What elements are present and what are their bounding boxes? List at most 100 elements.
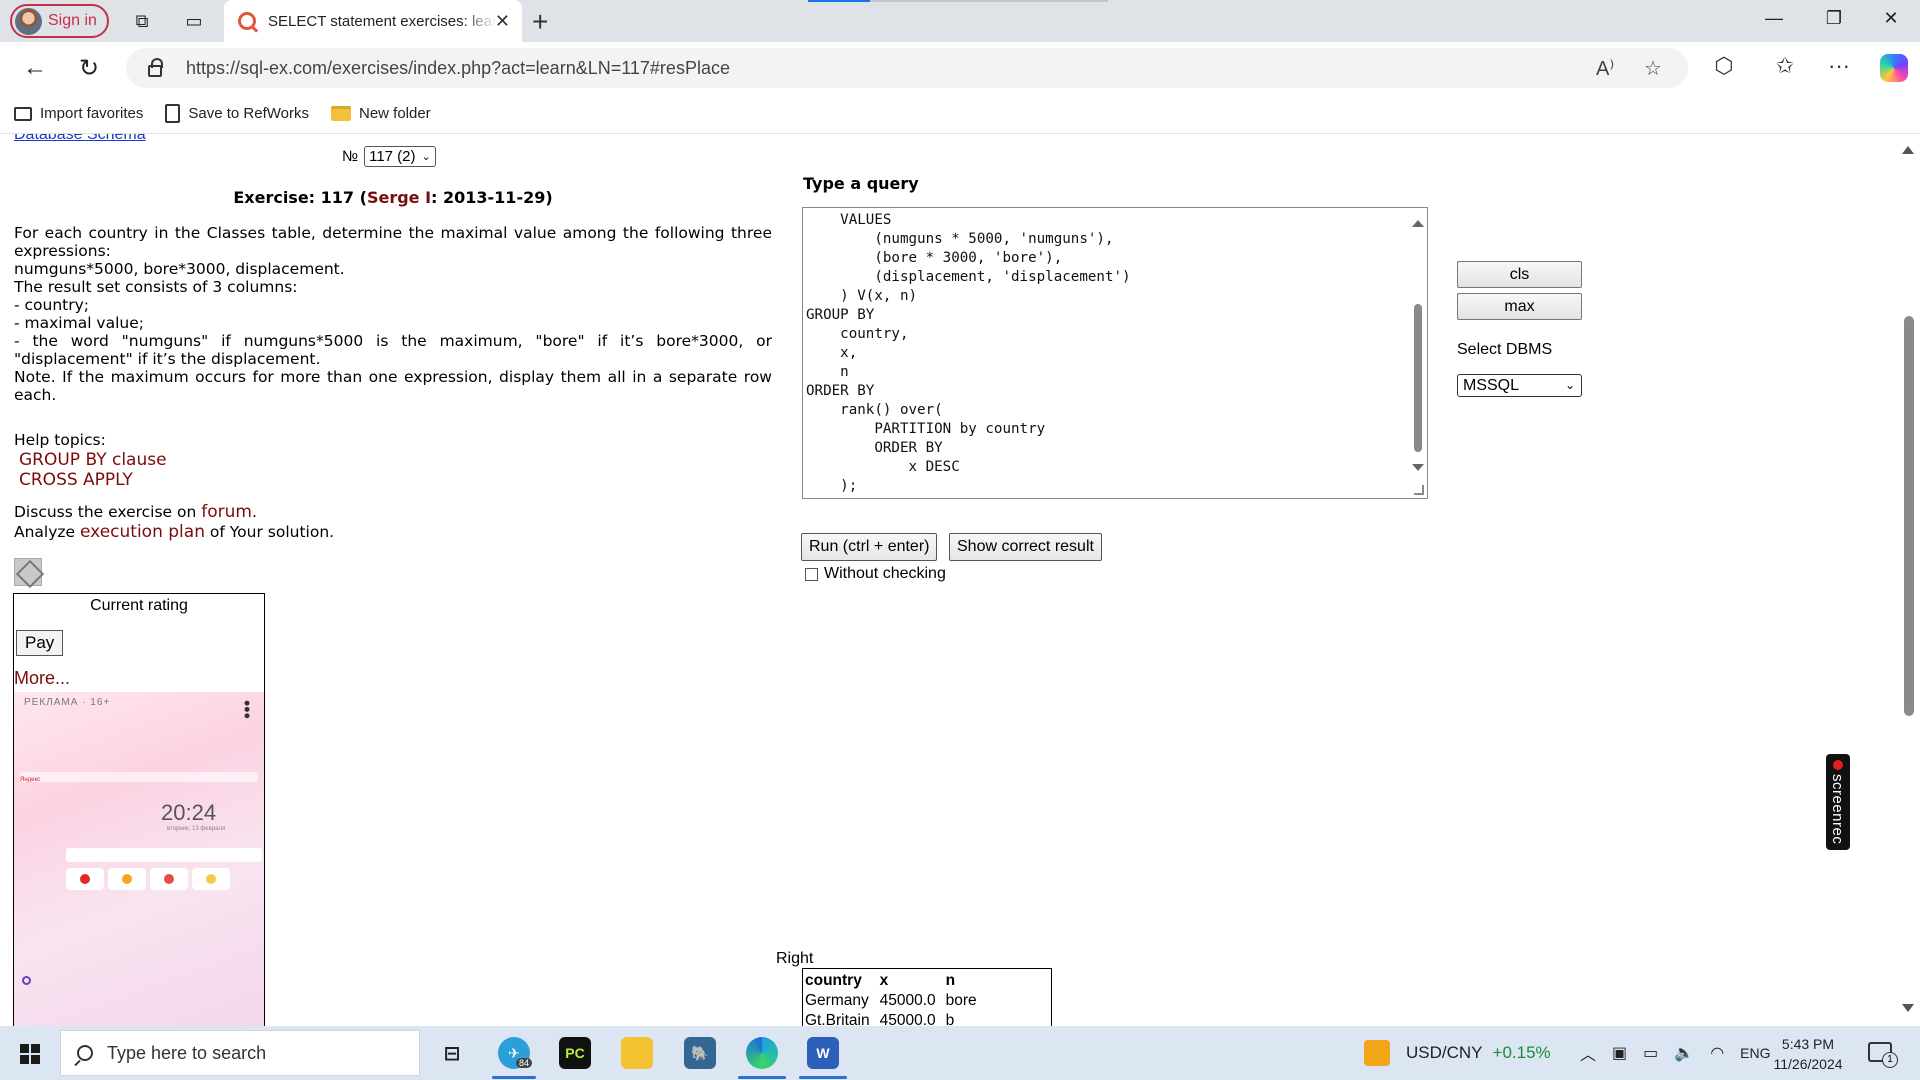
more-link[interactable]: More... (14, 668, 70, 689)
query-text[interactable]: VALUES (numguns * 5000, 'numguns'), (bor… (806, 211, 1131, 496)
url-text[interactable]: https://sql-ex.com/exercises/index.php?a… (186, 58, 730, 79)
meet-icon[interactable]: ▣ (1612, 1043, 1627, 1063)
resize-grip-icon[interactable] (1414, 485, 1424, 495)
postgresql-icon[interactable]: 🐘 (684, 1037, 716, 1069)
database-schema-link[interactable]: Database Schema (14, 134, 146, 144)
page-scroll-thumb[interactable] (1904, 316, 1914, 716)
ad-date: вторник, 13 февраля (167, 826, 226, 832)
word-icon[interactable]: W (807, 1037, 839, 1069)
ad-label: РЕКЛАМА · 16+ (24, 697, 111, 708)
minimize-icon[interactable]: — (1751, 8, 1797, 29)
currency-icon (1364, 1040, 1390, 1066)
copilot-icon[interactable] (1880, 54, 1908, 82)
yellow-app-icon (206, 874, 216, 884)
active-tab[interactable]: SELECT statement exercises: learning sta… (224, 0, 522, 42)
pycharm-icon[interactable]: PC (559, 1037, 591, 1069)
column-header: n (945, 972, 956, 989)
show-correct-result-button[interactable]: Show correct result (949, 533, 1102, 561)
advertisement-banner[interactable]: РЕКЛАМА · 16+ ••• Яндекс 20:24 вторник, … (14, 692, 264, 1026)
tab-actions-icon[interactable]: ▭ (182, 9, 206, 33)
ad-browser-bar (20, 772, 258, 782)
without-checking-checkbox[interactable] (805, 567, 818, 581)
table-cell: Gt.Britain (805, 1012, 870, 1026)
table-cell: bore (945, 992, 977, 1009)
close-window-icon[interactable]: ✕ (1868, 8, 1914, 29)
editor-scroll-thumb[interactable] (1414, 304, 1422, 452)
volume-icon[interactable]: 🔈 (1674, 1043, 1694, 1063)
edge-browser-icon[interactable] (746, 1037, 778, 1069)
collections-icon[interactable]: ⧉ (130, 9, 154, 33)
extensions-icon[interactable]: ⬡ (1709, 53, 1739, 79)
sign-in-label: Sign in (48, 12, 97, 29)
help-topic-group-by-link[interactable]: GROUP BY clause (14, 450, 167, 470)
page-scrollbar[interactable] (1896, 134, 1920, 1026)
import-icon (14, 106, 32, 121)
rating-info-icon[interactable] (14, 558, 42, 586)
new-folder-label: New folder (358, 105, 431, 122)
task-view-icon[interactable]: ⊟ (436, 1037, 468, 1069)
ad-app-tile (192, 868, 230, 890)
query-editor[interactable]: VALUES (numguns * 5000, 'numguns'), (bor… (802, 207, 1428, 499)
language-indicator[interactable]: ENG (1740, 1045, 1770, 1061)
table-row: Gt.Britain 45000.0 b (805, 1011, 987, 1026)
without-checking-option[interactable]: Without checking (805, 565, 946, 583)
avatar (15, 7, 42, 35)
right-result-label: Right (776, 950, 814, 967)
clock-time: 5:43 PM (1781, 1036, 1835, 1052)
battery-icon[interactable]: ▭ (1643, 1043, 1658, 1063)
read-aloud-icon[interactable]: A⁾ (1596, 56, 1614, 81)
chevron-up-icon[interactable]: ︿ (1580, 1041, 1596, 1065)
wifi-icon[interactable]: ◠ (1710, 1043, 1724, 1063)
scroll-up-icon[interactable] (1902, 146, 1914, 154)
select-dbms-label: Select DBMS (1457, 341, 1553, 358)
ad-app-tile (150, 868, 188, 890)
import-favorites-button[interactable]: Import favorites (14, 105, 143, 122)
result-table: country x n Germany 45000.0 bore Gt.Brit… (802, 968, 1052, 1026)
screenrec-widget[interactable]: screenrec (1826, 754, 1850, 850)
restore-icon[interactable]: ❐ (1811, 8, 1857, 29)
file-explorer-icon[interactable] (621, 1037, 653, 1069)
scroll-down-icon[interactable] (1412, 464, 1424, 471)
exercise-number-value: 117 (2) (369, 148, 416, 165)
new-folder-button[interactable]: New folder (330, 105, 431, 122)
scroll-up-icon[interactable] (1412, 220, 1424, 227)
table-cell: Germany (805, 992, 869, 1009)
address-bar[interactable]: https://sql-ex.com/exercises/index.php?a… (126, 48, 1688, 88)
execution-plan-link[interactable]: execution plan (80, 522, 205, 542)
refresh-icon[interactable]: ↻ (74, 54, 104, 83)
browser-tab-bar: Sign in ⧉ ▭ SELECT statement exercises: … (0, 0, 1920, 42)
back-icon[interactable]: ← (20, 54, 50, 82)
pay-button[interactable]: Pay (16, 630, 64, 656)
scroll-down-icon[interactable] (1902, 1004, 1914, 1012)
close-tab-icon[interactable]: ✕ (495, 11, 510, 32)
max-button[interactable]: max (1457, 293, 1582, 320)
system-clock[interactable]: 5:43 PM 11/26/2024 (1768, 1034, 1848, 1074)
dbms-select[interactable]: MSSQL ⌄ (1457, 374, 1582, 397)
notifications-icon[interactable]: 1 (1868, 1042, 1898, 1068)
folder-icon (330, 106, 351, 121)
ticker-widget[interactable]: USD/CNY +0.15% (1364, 1026, 1551, 1080)
windows-start-icon[interactable] (20, 1044, 40, 1064)
favorite-star-icon[interactable]: ☆ (1644, 56, 1662, 81)
save-to-refworks-label: Save to RefWorks (188, 105, 309, 122)
favorites-icon[interactable]: ✩ (1770, 53, 1800, 79)
cls-button[interactable]: cls (1457, 261, 1582, 288)
help-topic-cross-apply-link[interactable]: CROSS APPLY (14, 470, 167, 490)
help-topics-label: Help topics: (14, 431, 106, 449)
new-tab-icon[interactable]: + (532, 6, 548, 38)
editor-scrollbar[interactable] (1409, 208, 1427, 498)
ad-app-tile (66, 868, 104, 890)
sign-in-button[interactable]: Sign in (10, 4, 109, 38)
forum-link[interactable]: forum (201, 502, 252, 522)
ticker-label: USD/CNY (1406, 1043, 1483, 1062)
lock-icon[interactable] (148, 58, 163, 77)
ad-menu-icon[interactable]: ••• (237, 700, 257, 719)
discuss-prefix: Discuss the exercise on (14, 503, 202, 521)
address-toolbar: ← ↻ https://sql-ex.com/exercises/index.p… (0, 42, 1920, 94)
run-button[interactable]: Run (ctrl + enter) (801, 533, 938, 561)
exercise-number-select[interactable]: 117 (2) ⌄ (364, 146, 436, 167)
ad-app-icons (66, 868, 230, 890)
save-to-refworks-button[interactable]: Save to RefWorks (165, 104, 309, 123)
taskbar-search-box[interactable]: Type here to search (60, 1030, 420, 1076)
more-menu-icon[interactable]: ··· (1824, 53, 1854, 79)
